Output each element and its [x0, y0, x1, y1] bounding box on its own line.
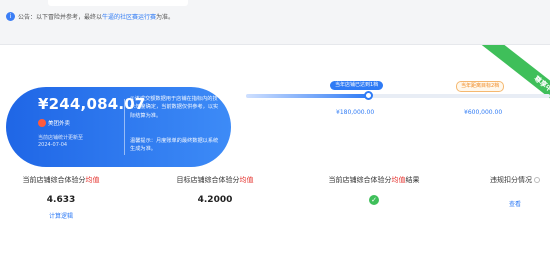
metric-title-highlight: 均值 — [239, 176, 254, 184]
metric-value: 4.2000 — [197, 195, 233, 205]
update-label: 当前店铺统计更新至 — [38, 135, 84, 141]
metric-title: 当前店铺综合体验分均值结果 — [314, 175, 434, 185]
progress-knob — [363, 91, 373, 100]
notice-suffix: 为准。 — [156, 14, 175, 21]
metrics-row: 当前店铺综合体验分均值 4.633 计算逻辑 目标店铺综合体验分均值 4.200… — [0, 175, 550, 255]
status-ribbon: 尊享中 — [460, 45, 550, 115]
revenue-card: ¥244,084.07 美团外卖 当前店铺统计更新至 2024-07-04 ①该… — [6, 87, 231, 167]
metric-current-avg: 当前店铺综合体验分均值 4.633 计算逻辑 — [6, 175, 116, 220]
calc-logic-link[interactable]: 计算逻辑 — [6, 211, 116, 220]
platform-label: 美团外卖 — [48, 121, 71, 127]
metric-title: 目标店铺综合体验分均值 — [160, 175, 270, 185]
info-icon: i — [6, 12, 15, 21]
metric-violations: 违规扣分情况 查看 — [484, 175, 546, 208]
metric-target-avg: 目标店铺综合体验分均值 4.2000 — [160, 175, 270, 205]
progress-fill — [246, 94, 368, 98]
notice-prefix: 公告：以下冒险并参考，最终以 — [18, 14, 103, 21]
metric-title-suffix: 结果 — [405, 176, 420, 184]
progress-track — [246, 94, 550, 98]
platform-icon — [38, 119, 46, 127]
metric-title-text: 当前店铺综合体验分 — [22, 176, 86, 184]
notice-bar: i 公告：以下冒险并参考，最终以 牛逼的社区赛运行赛 为准。 — [6, 12, 174, 21]
metric-title: 违规扣分情况 — [484, 175, 546, 185]
notice-link[interactable]: 牛逼的社区赛运行赛 — [102, 12, 156, 21]
tick-label-2: ¥600,000.00 — [464, 109, 503, 116]
card-description: ①该成交额数据用于店铺在指标内的技术年度确定，当前数据仅供参考，以实际结算为准。 — [130, 96, 219, 119]
metric-result: 当前店铺综合体验分均值结果 ✓ — [314, 175, 434, 205]
metric-title-text: 当前店铺综合体验分 — [328, 176, 392, 184]
metric-title: 当前店铺综合体验分均值 — [6, 175, 116, 185]
top-strip: i 公告：以下冒险并参考，最终以 牛逼的社区赛运行赛 为准。 — [0, 0, 550, 32]
card-tip: 温馨提示：月度账单的最终数据以系统生成为准。 — [130, 138, 219, 153]
update-date: 2024-07-04 — [38, 142, 68, 148]
metric-title-highlight: 均值 — [391, 176, 406, 184]
metric-value: 4.633 — [46, 195, 76, 205]
metric-title-text: 目标店铺综合体验分 — [176, 176, 240, 184]
current-level-bubble: 当年店铺已达到1档 — [330, 81, 384, 90]
card-divider — [124, 99, 125, 155]
tick-label-1: ¥180,000.00 — [336, 109, 375, 116]
metric-title-text: 违规扣分情况 — [490, 176, 532, 184]
platform-tag: 美团外卖 — [38, 119, 70, 127]
metric-title-highlight: 均值 — [85, 176, 100, 184]
view-link[interactable]: 查看 — [484, 199, 546, 208]
check-icon: ✓ — [369, 195, 379, 205]
help-icon[interactable] — [534, 177, 540, 183]
target-level-bubble: 当年距离目标2档 — [456, 81, 505, 92]
header-tab[interactable] — [48, 0, 188, 6]
main-panel: 尊享中 ¥244,084.07 美团外卖 当前店铺统计更新至 2024-07-0… — [0, 44, 550, 263]
